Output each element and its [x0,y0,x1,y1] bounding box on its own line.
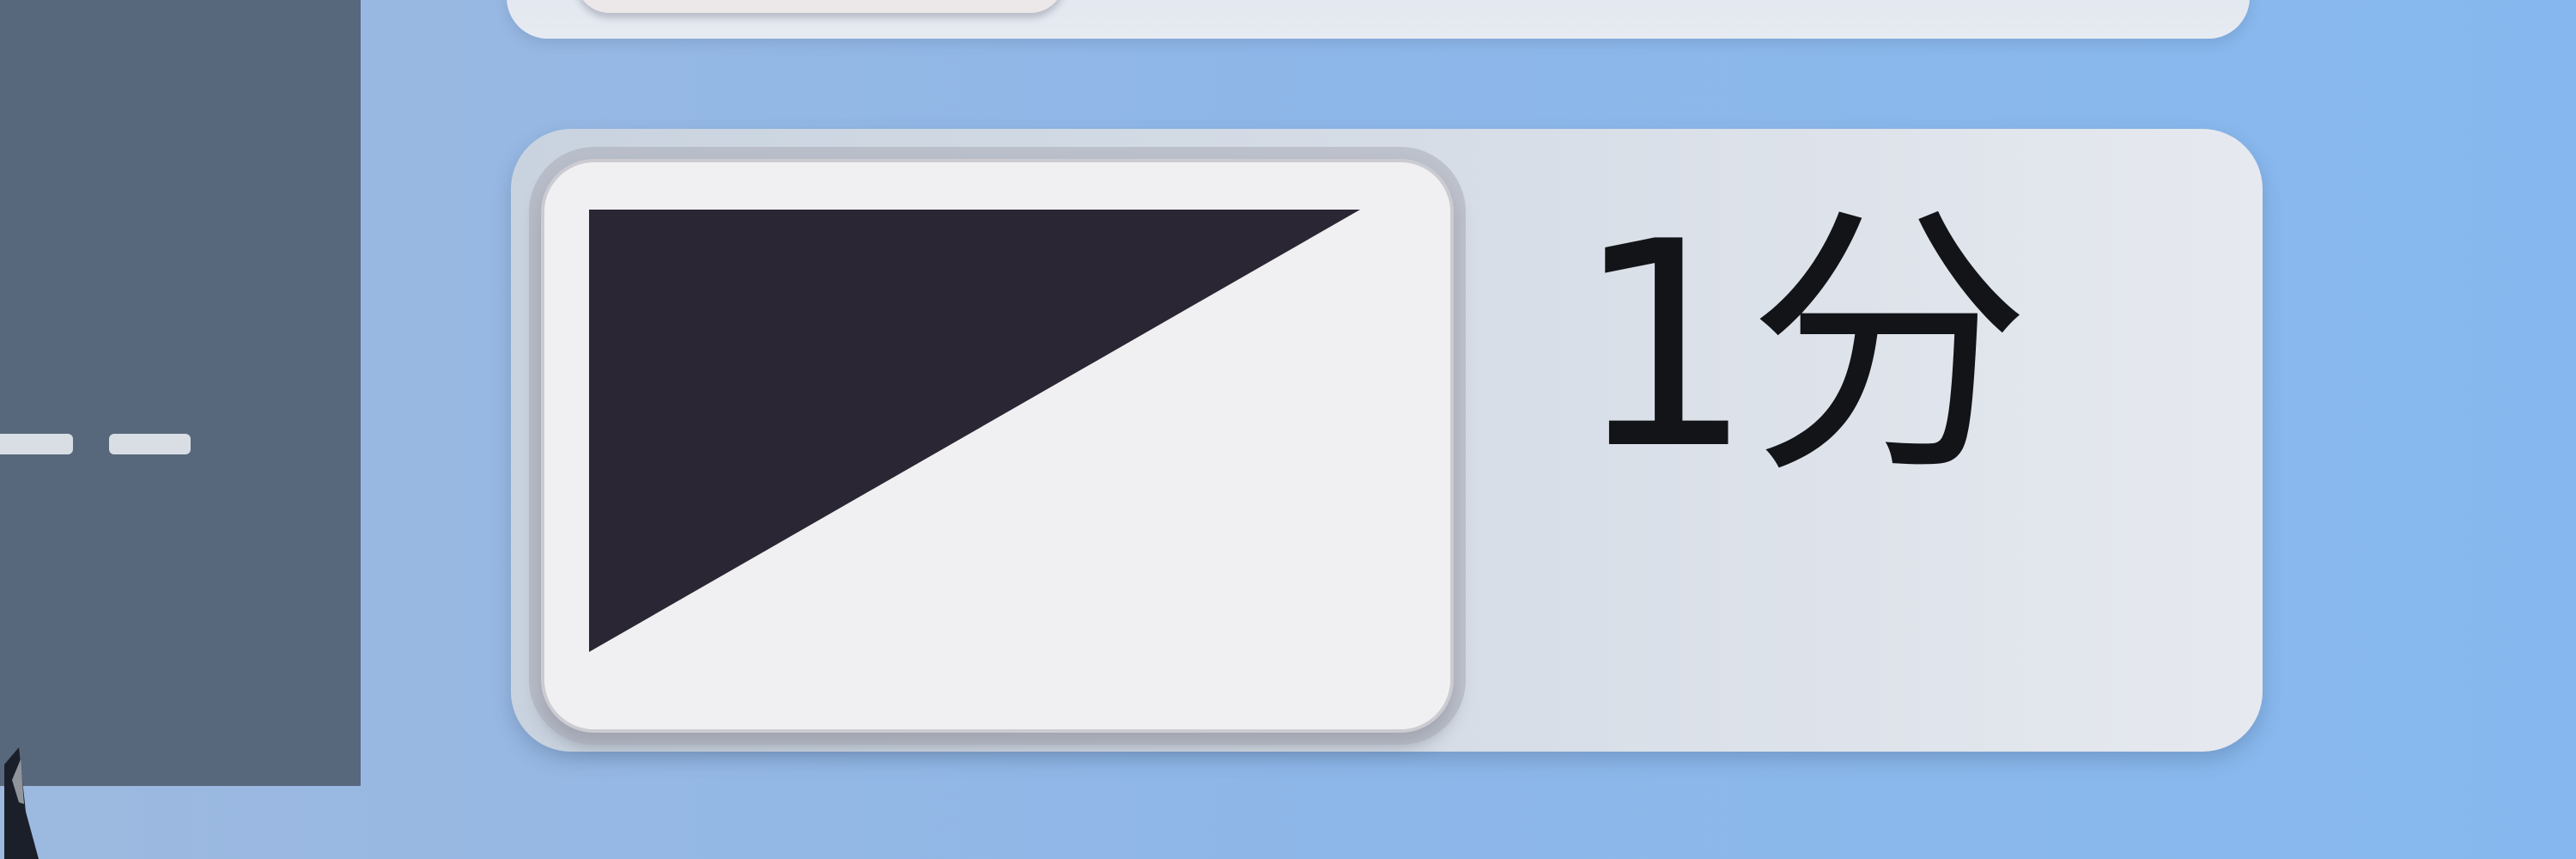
diagonal-split-icon [544,162,1450,729]
timer-row-item[interactable]: 1分 [511,129,2263,752]
dash [0,434,73,454]
placeholder-dashes [0,434,191,454]
dash [109,434,191,454]
cursor-icon [4,747,39,859]
previous-thumbnail[interactable] [575,0,1065,13]
previous-row-item[interactable] [507,0,2250,39]
side-panel [0,0,361,786]
thumbnail-button[interactable] [541,159,1454,733]
duration-label: 1分 [1574,181,2031,511]
